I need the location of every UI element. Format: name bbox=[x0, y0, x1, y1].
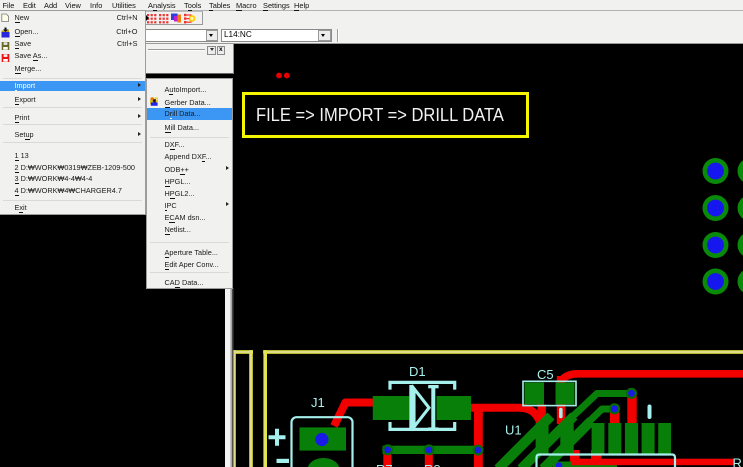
svg-text:J1: J1 bbox=[311, 395, 325, 410]
svg-text:R7: R7 bbox=[376, 462, 393, 467]
svg-text:R: R bbox=[733, 456, 742, 467]
svg-text:R8: R8 bbox=[424, 462, 441, 467]
svg-text:D1: D1 bbox=[409, 364, 426, 379]
svg-text:C5: C5 bbox=[537, 367, 554, 382]
svg-text:U1: U1 bbox=[505, 423, 522, 438]
